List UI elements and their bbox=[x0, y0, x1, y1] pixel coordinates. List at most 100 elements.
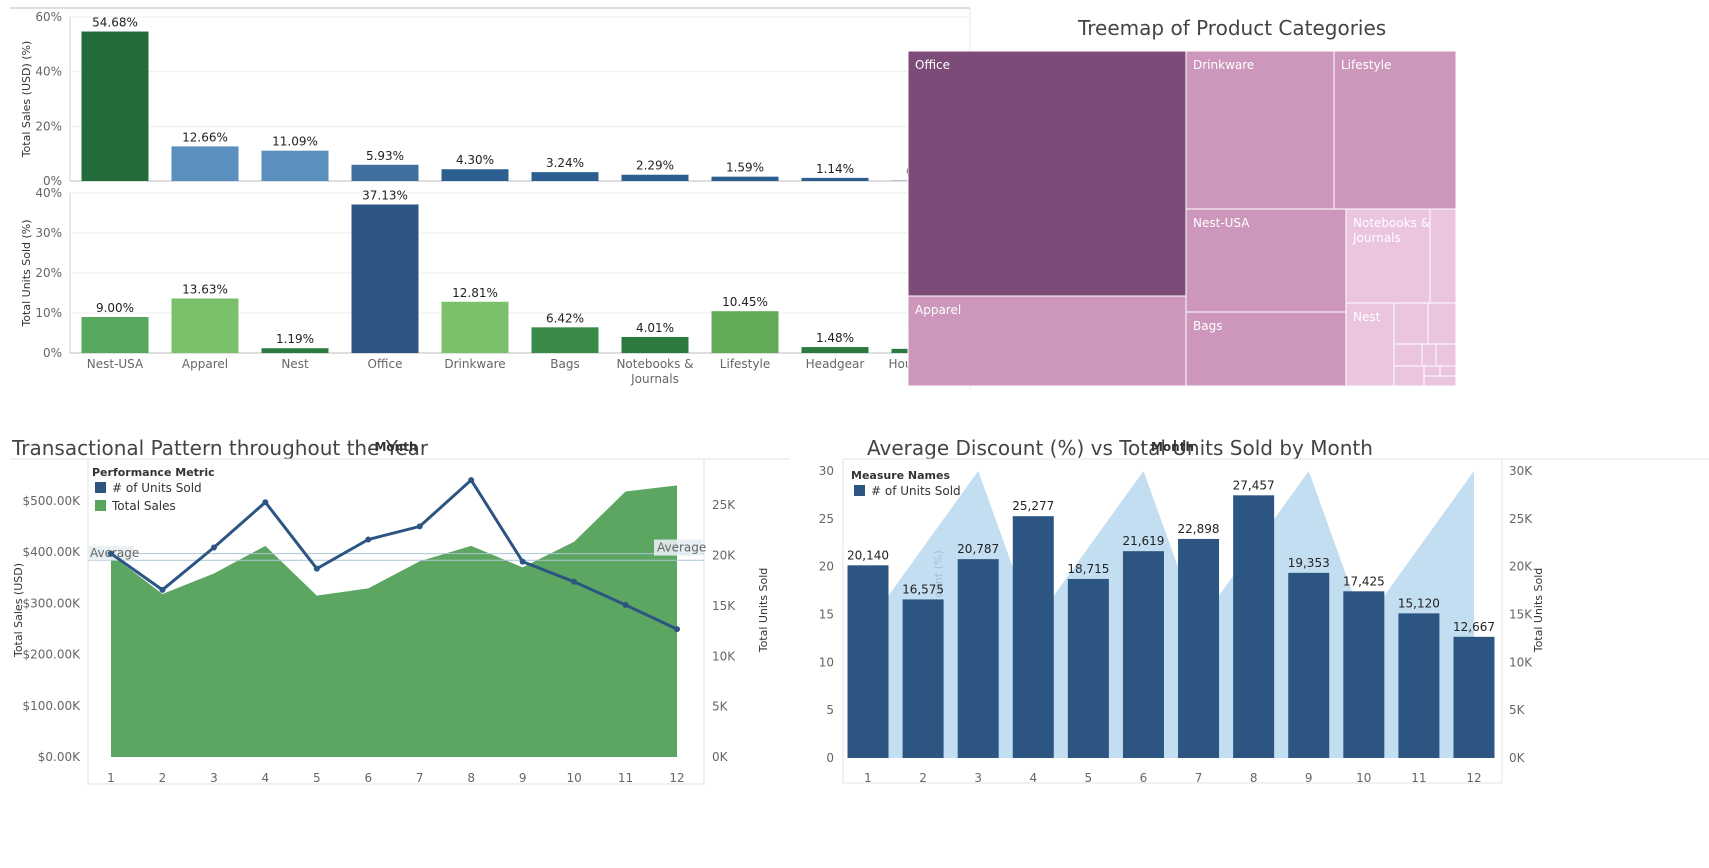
treemap-tile bbox=[1185, 50, 1335, 210]
sales-bar bbox=[621, 174, 689, 181]
units-bar bbox=[531, 327, 599, 353]
trans-average-label: Average bbox=[657, 541, 706, 555]
units-bar bbox=[261, 348, 329, 353]
category-label: Headgear bbox=[806, 357, 865, 371]
units-y-tick: 20% bbox=[35, 266, 62, 280]
sales-bar bbox=[441, 169, 509, 181]
disc-x-tick: 1 bbox=[864, 771, 872, 785]
units-y-label: Total Units Sold (%) bbox=[20, 219, 33, 327]
disc-legend-swatch bbox=[854, 485, 865, 496]
trans-units-point bbox=[519, 558, 526, 565]
discount-panel: Average Discount (%) vs Total Units Sold… bbox=[819, 430, 1709, 868]
treemap-label: Nest bbox=[1353, 310, 1381, 324]
trans-right-tick: 5K bbox=[712, 700, 729, 714]
treemap-tile bbox=[1333, 50, 1457, 210]
trans-x-tick: 12 bbox=[669, 771, 684, 785]
trans-left-tick: $400.00K bbox=[23, 545, 82, 559]
units-bar bbox=[171, 298, 239, 353]
treemap-chart: Office Apparel Drinkware Lifestyle Nest-USA B… bbox=[907, 50, 1457, 387]
trans-right-tick: 15K bbox=[712, 599, 736, 613]
disc-units-bar bbox=[1453, 636, 1495, 758]
units-bar-label: 37.13% bbox=[362, 188, 408, 202]
trans-x-tick: 9 bbox=[519, 771, 527, 785]
disc-left-tick: 5 bbox=[826, 703, 834, 717]
trans-x-tick: 1 bbox=[107, 771, 115, 785]
treemap-label: Journals bbox=[1352, 231, 1401, 245]
sales-bar bbox=[801, 177, 869, 181]
trans-x-tick: 5 bbox=[313, 771, 321, 785]
disc-units-bar bbox=[902, 599, 944, 758]
trans-average-label: Average bbox=[90, 546, 139, 560]
trans-legend-swatch-sales bbox=[95, 500, 106, 511]
units-bar bbox=[351, 204, 419, 353]
disc-units-bar bbox=[1343, 591, 1385, 758]
treemap-tile-small bbox=[1423, 375, 1457, 387]
trans-units-point bbox=[571, 578, 578, 585]
sales-bar-label: 11.09% bbox=[272, 135, 318, 149]
treemap-tile-small bbox=[1427, 302, 1457, 345]
units-bar bbox=[621, 336, 689, 353]
disc-x-tick: 10 bbox=[1356, 771, 1371, 785]
trans-x-tick: 3 bbox=[210, 771, 218, 785]
disc-right-tick: 20K bbox=[1509, 560, 1533, 574]
disc-x-tick: 12 bbox=[1466, 771, 1481, 785]
disc-x-tick: 7 bbox=[1195, 771, 1203, 785]
disc-bar-label: 21,619 bbox=[1122, 534, 1164, 548]
disc-units-bar bbox=[1122, 551, 1164, 758]
units-y-tick: 10% bbox=[35, 306, 62, 320]
disc-y2-label: Total Units Sold bbox=[1532, 568, 1545, 654]
trans-x-tick: 4 bbox=[262, 771, 270, 785]
sales-y-tick: 60% bbox=[35, 10, 62, 24]
treemap-tile-small bbox=[1435, 343, 1457, 367]
category-label: Drinkware bbox=[444, 357, 505, 371]
disc-units-bar bbox=[1398, 613, 1440, 758]
treemap-tile-small bbox=[1429, 208, 1457, 304]
units-y-tick: 30% bbox=[35, 226, 62, 240]
treemap-label: Apparel bbox=[915, 303, 961, 317]
transactional-chart: Month $0.00K $100.00K $200.00K $300.00K $400.… bbox=[10, 440, 790, 785]
trans-units-point bbox=[159, 586, 166, 593]
sales-bar bbox=[351, 164, 419, 181]
trans-x-tick: 10 bbox=[566, 771, 581, 785]
treemap-tile bbox=[907, 50, 1187, 297]
sales-bar-label: 1.14% bbox=[816, 162, 854, 176]
disc-x-tick: 8 bbox=[1250, 771, 1258, 785]
treemap-label: Drinkware bbox=[1193, 58, 1254, 72]
trans-left-tick: $0.00K bbox=[38, 750, 81, 764]
units-bar-label: 4.01% bbox=[636, 321, 674, 335]
units-bar bbox=[441, 301, 509, 353]
units-bar-label: 1.19% bbox=[276, 332, 314, 346]
disc-left-tick: 15 bbox=[819, 608, 834, 622]
trans-units-point bbox=[210, 544, 217, 551]
category-label: Office bbox=[367, 357, 402, 371]
sales-bar bbox=[171, 146, 239, 181]
trans-units-point bbox=[622, 601, 629, 608]
trans-left-tick: $300.00K bbox=[23, 596, 82, 610]
sales-bar-label: 4.30% bbox=[456, 153, 494, 167]
disc-right-tick: 25K bbox=[1509, 512, 1533, 526]
trans-legend-title: Performance Metric bbox=[92, 466, 215, 479]
disc-bar-label: 17,425 bbox=[1343, 574, 1385, 588]
sales-bar bbox=[711, 176, 779, 181]
disc-bar-label: 20,787 bbox=[957, 542, 999, 556]
disc-x-tick: 9 bbox=[1305, 771, 1313, 785]
category-label: Nest-USA bbox=[87, 357, 144, 371]
transactional-panel: Transactional Pattern throughout the Yea… bbox=[0, 430, 790, 868]
trans-x-tick: 6 bbox=[364, 771, 372, 785]
treemap-tile-small bbox=[1423, 365, 1441, 377]
units-bar-label: 10.45% bbox=[722, 295, 768, 309]
sales-bar bbox=[531, 172, 599, 181]
trans-units-point bbox=[416, 523, 423, 530]
disc-bar-label: 15,120 bbox=[1398, 596, 1440, 610]
category-label: Nest bbox=[281, 357, 309, 371]
disc-units-bar bbox=[1012, 516, 1054, 758]
treemap-tile-small bbox=[1393, 343, 1423, 367]
trans-y2-label: Total Units Sold bbox=[757, 568, 770, 654]
units-y-tick: 40% bbox=[35, 186, 62, 200]
disc-x-tick: 2 bbox=[919, 771, 927, 785]
treemap-panel: Treemap of Product Categories Office Appa… bbox=[907, 0, 1709, 430]
disc-bar-label: 27,457 bbox=[1233, 478, 1275, 492]
units-bar-label: 9.00% bbox=[96, 301, 134, 315]
trans-units-point bbox=[108, 550, 114, 557]
disc-units-bar bbox=[1178, 538, 1220, 758]
